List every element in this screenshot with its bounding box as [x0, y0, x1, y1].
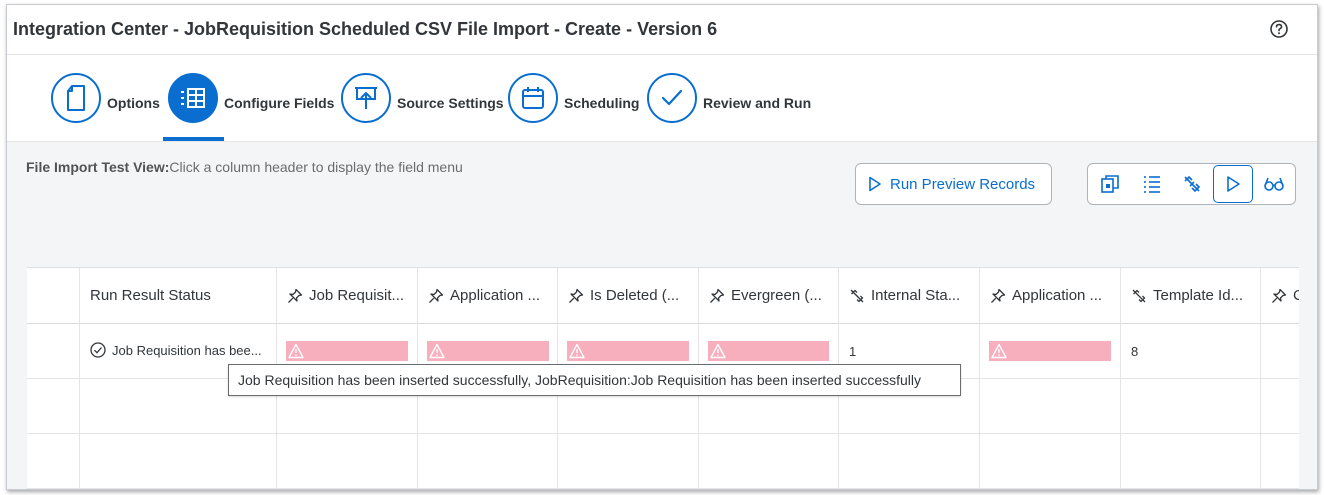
- warning-bar: [286, 341, 408, 361]
- column-header-application-2[interactable]: Application ...: [980, 268, 1121, 324]
- column-header-job-requisition[interactable]: Job Requisit...: [277, 268, 418, 324]
- page-title: Integration Center - JobRequisition Sche…: [13, 19, 718, 39]
- empty-cell: [277, 434, 418, 489]
- column-header-partial[interactable]: C: [1261, 268, 1299, 324]
- column-header-application-1[interactable]: Application ...: [418, 268, 558, 324]
- column-header-label: Is Deleted (...: [590, 287, 680, 304]
- list-icon[interactable]: [1132, 165, 1172, 203]
- column-header-label: Evergreen (...: [731, 287, 822, 304]
- table-grid-icon: [168, 73, 218, 123]
- hint-label: File Import Test View:: [26, 159, 170, 175]
- wizard-step-scheduling[interactable]: Scheduling: [508, 72, 639, 124]
- unlink-icon: [1132, 289, 1146, 302]
- warning-triangle-icon: [569, 343, 585, 359]
- internal-status-value: 1: [849, 344, 857, 359]
- empty-cell: [418, 434, 558, 489]
- checkmark-icon: [647, 73, 697, 123]
- column-header-label: Job Requisit...: [309, 287, 405, 304]
- column-header-row-select: [27, 268, 80, 324]
- application-2-cell[interactable]: [980, 324, 1121, 379]
- row-select-cell[interactable]: [27, 324, 80, 379]
- empty-cell: [80, 434, 277, 489]
- empty-cell: [980, 379, 1121, 434]
- column-header-label: C: [1293, 287, 1299, 304]
- partial-cell[interactable]: [1261, 324, 1299, 379]
- column-header-is-deleted[interactable]: Is Deleted (...: [558, 268, 699, 324]
- wizard-step-label: Options: [107, 95, 160, 111]
- calendar-icon: [508, 73, 558, 123]
- warning-bar: [989, 341, 1111, 361]
- wizard-step-configure-fields[interactable]: Configure Fields: [168, 72, 334, 124]
- pin-icon: [569, 288, 584, 303]
- warning-triangle-icon: [429, 343, 445, 359]
- play-icon: [869, 176, 881, 192]
- run-preview-records-button[interactable]: Run Preview Records: [855, 163, 1052, 205]
- status-value: Job Requisition has bee...: [90, 342, 262, 358]
- pin-icon: [1272, 288, 1287, 303]
- empty-cell: [27, 379, 80, 434]
- warning-bar: [567, 341, 689, 361]
- pin-icon: [991, 288, 1006, 303]
- warning-triangle-icon: [710, 343, 726, 359]
- status-tooltip: Job Requisition has been inserted succes…: [228, 364, 961, 396]
- pin-icon: [288, 288, 303, 303]
- play-icon[interactable]: [1213, 165, 1253, 203]
- warning-triangle-icon: [991, 343, 1007, 359]
- empty-cell: [699, 434, 839, 489]
- column-header-evergreen[interactable]: Evergreen (...: [699, 268, 839, 324]
- run-preview-label: Run Preview Records: [890, 175, 1036, 193]
- column-header-template-id[interactable]: Template Id...: [1121, 268, 1261, 324]
- column-header-label: Application ...: [1012, 287, 1103, 304]
- empty-cell: [839, 434, 980, 489]
- active-step-indicator: [163, 137, 224, 141]
- column-header-label: Template Id...: [1153, 287, 1244, 304]
- hint-text: Click a column header to display the fie…: [169, 159, 463, 175]
- empty-cell: [1261, 434, 1299, 489]
- wizard-step-options[interactable]: Options: [51, 72, 160, 124]
- integration-center-window: Integration Center - JobRequisition Sche…: [6, 4, 1318, 490]
- unlink-icon: [850, 289, 864, 302]
- template-id-cell[interactable]: 8: [1121, 324, 1261, 379]
- test-view-hint: File Import Test View:Click a column hea…: [26, 159, 463, 175]
- mapping-icon[interactable]: [1090, 165, 1130, 203]
- check-circle-icon: [90, 342, 106, 358]
- column-header-label: Internal Sta...: [871, 287, 961, 304]
- wizard-step-label: Scheduling: [564, 95, 640, 111]
- document-icon: [51, 73, 101, 123]
- status-text: Job Requisition has bee...: [112, 342, 262, 358]
- warning-triangle-icon: [288, 343, 304, 359]
- wizard-step-review-and-run[interactable]: Review and Run: [647, 72, 811, 124]
- column-header-internal-status[interactable]: Internal Sta...: [839, 268, 980, 324]
- unlinked-icon[interactable]: [1172, 165, 1212, 203]
- preview-glasses-icon[interactable]: [1254, 165, 1294, 203]
- warning-bar: [427, 341, 549, 361]
- empty-cell: [1261, 379, 1299, 434]
- pin-icon: [710, 288, 725, 303]
- wizard-steps: Options Configure Fields Source Settings…: [7, 55, 1317, 142]
- upload-icon: [341, 73, 391, 123]
- view-toolbar: [1087, 163, 1296, 205]
- column-header-run-result-status[interactable]: Run Result Status: [80, 268, 277, 324]
- column-header-label: Run Result Status: [90, 287, 211, 304]
- empty-cell: [980, 434, 1121, 489]
- warning-bar: [708, 341, 829, 361]
- empty-cell: [558, 434, 699, 489]
- pin-icon: [429, 288, 444, 303]
- template-id-value: 8: [1131, 344, 1139, 359]
- wizard-step-label: Source Settings: [397, 95, 504, 111]
- empty-cell: [27, 434, 80, 489]
- wizard-step-label: Review and Run: [703, 95, 812, 111]
- column-header-label: Application ...: [450, 287, 541, 304]
- empty-cell: [1121, 434, 1261, 489]
- wizard-step-source-settings[interactable]: Source Settings: [341, 72, 504, 124]
- empty-cell: [1121, 379, 1261, 434]
- wizard-step-label: Configure Fields: [224, 95, 335, 111]
- title-bar: Integration Center - JobRequisition Sche…: [7, 5, 1317, 55]
- question-circle-icon[interactable]: [1269, 19, 1289, 39]
